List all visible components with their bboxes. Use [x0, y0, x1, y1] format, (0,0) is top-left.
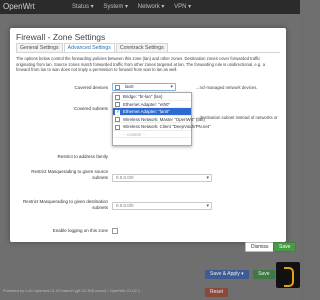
- page-reset-button[interactable]: Reset: [205, 288, 229, 297]
- dropdown-item-wifi-client[interactable]: Wireless Network: Client "DeepVoidVPN.ne…: [113, 123, 211, 131]
- main-nav: Status ▾ System ▾ Network ▾ VPN ▾: [72, 3, 199, 10]
- tab-advanced-settings[interactable]: Advanced Settings: [63, 43, 115, 52]
- dropdown-item-wifi-master[interactable]: Wireless Network: Master "OpenWrt" (lan): [113, 116, 205, 123]
- chevron-down-icon: ▾: [206, 175, 209, 181]
- dropdown-item-lan0[interactable]: Ethernet Adapter: "lan0": [113, 108, 191, 116]
- dropdown-item-label: Ethernet Adapter: "lan0": [123, 109, 170, 114]
- checkbox-icon: [115, 94, 120, 100]
- masq-dest-label: Restrict Masquerading to given destinati…: [22, 199, 108, 210]
- nav-network[interactable]: Network ▾: [138, 4, 165, 10]
- tab-divider: [16, 52, 280, 53]
- chevron-down-icon: ▾: [206, 203, 209, 209]
- save-apply-button[interactable]: Save & Apply ▾: [205, 270, 249, 279]
- logging-checkbox[interactable]: [112, 228, 118, 234]
- top-navbar: OpenWrt Status ▾ System ▾ Network ▾ VPN …: [0, 0, 300, 14]
- masq-dest-input[interactable]: 0.0.0.0/0 ▾: [112, 202, 212, 210]
- checkbox-icon: [115, 102, 120, 107]
- forwarding-description: The options below control the forwarding…: [16, 56, 265, 73]
- dropdown-item-br-lan[interactable]: Bridge: "br-lan" (lan): [113, 93, 191, 101]
- scroll-to-top-icon[interactable]: [276, 262, 300, 288]
- tab-general-settings[interactable]: General Settings: [16, 43, 63, 52]
- modal-tabs: General Settings Advanced Settings Connt…: [16, 43, 169, 52]
- dropdown-item-label: Wireless Network: Master "OpenWrt" (lan): [123, 116, 205, 122]
- covered-devices-dropdown: Bridge: "br-lan" (lan) Ethernet Adapter:…: [112, 92, 211, 146]
- brand-logo[interactable]: OpenWrt: [3, 2, 35, 11]
- checkbox-checked-icon: [115, 109, 120, 116]
- dismiss-button[interactable]: Dismiss: [245, 242, 275, 252]
- checkbox-icon: [115, 117, 120, 122]
- masq-source-label: Restrict Masquerading to given source su…: [31, 169, 108, 180]
- dropdown-item-label: Wireless Network: Client "DeepVoidVPN.ne…: [123, 124, 211, 129]
- nav-status[interactable]: Status ▾: [72, 4, 94, 10]
- masq-dest-placeholder: 0.0.0.0/0: [116, 203, 134, 208]
- checkbox-icon: [115, 85, 120, 90]
- nav-system[interactable]: System ▾: [103, 4, 128, 10]
- page-footer: Powered by LuCI openwrt-21.02 branch (gi…: [3, 288, 141, 293]
- restrict-family-label: Restrict to address family: [57, 154, 108, 159]
- dropdown-item-eth0[interactable]: Ethernet Adapter: "eth0": [113, 101, 191, 108]
- dropdown-item-label: Ethernet Adapter: "eth0": [123, 101, 171, 107]
- page-save-button[interactable]: Save: [253, 270, 275, 279]
- modal-title: Firewall - Zone Settings: [16, 32, 106, 42]
- save-button[interactable]: Save: [273, 242, 297, 252]
- checkbox-icon: [115, 124, 120, 130]
- covered-devices-label: Covered devices: [74, 85, 108, 90]
- covered-devices-value: lan0: [125, 84, 134, 89]
- covered-devices-hint: ...ncl-managed network devices.: [196, 85, 258, 90]
- chevron-down-icon: ▾: [170, 84, 173, 90]
- zone-settings-modal: Firewall - Zone Settings General Setting…: [10, 28, 297, 252]
- dropdown-item-custom[interactable]: -- custom --: [113, 131, 191, 138]
- dropdown-item-label: Bridge: "br-lan" (lan): [123, 94, 163, 99]
- masq-source-placeholder: 0.0.0.0/0: [116, 175, 134, 180]
- dropdown-item-label: -- custom --: [123, 131, 146, 137]
- tab-conntrack-settings[interactable]: Conntrack Settings: [115, 43, 168, 52]
- nav-vpn[interactable]: VPN ▾: [174, 4, 191, 10]
- logging-label: Enable logging on this zone: [52, 228, 108, 233]
- masq-source-input[interactable]: 0.0.0.0/0 ▾: [112, 174, 212, 182]
- covered-devices-select[interactable]: lan0 ▾: [112, 83, 176, 91]
- covered-subnets-label: Covered subnets: [73, 106, 108, 111]
- covered-subnets-hint: ...destination subnet instead of network…: [196, 115, 278, 120]
